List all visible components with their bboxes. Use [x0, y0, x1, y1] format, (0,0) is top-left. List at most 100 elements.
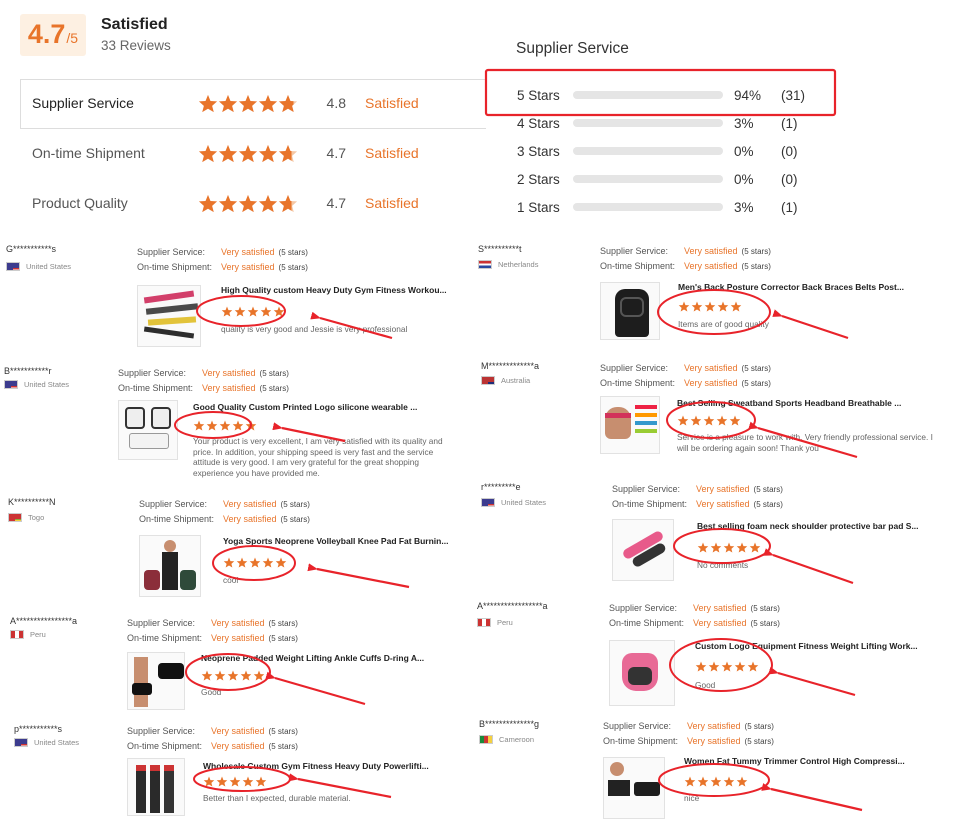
- star-icon: [710, 542, 722, 553]
- product-rating-stars: [695, 661, 760, 672]
- product-image[interactable]: [600, 396, 660, 454]
- supplier-service-stars: (5 stars): [280, 500, 310, 509]
- star-icon: [695, 661, 707, 672]
- star-icon: [273, 306, 285, 317]
- distribution-row[interactable]: 5 Stars 94% (31): [517, 86, 805, 104]
- supplier-service-label: Supplier Service:: [127, 618, 196, 628]
- metric-ontime-shipment[interactable]: On-time Shipment 4.7 Satisfied: [32, 143, 419, 163]
- distribution-bar: [573, 175, 723, 183]
- metric-stars: [198, 94, 298, 113]
- supplier-service-value: Very satisfied: [693, 603, 747, 613]
- product-title-link[interactable]: Best selling foam neck shoulder protecti…: [697, 521, 919, 531]
- distribution-percent: 3%: [734, 199, 754, 215]
- metric-product-quality[interactable]: Product Quality 4.7 Satisfied: [32, 193, 419, 213]
- product-title-link[interactable]: Neoprene Padded Weight Lifting Ankle Cuf…: [201, 653, 424, 663]
- product-title-link[interactable]: Best Selling Sweatband Sports Headband B…: [677, 398, 901, 408]
- ontime-shipment-value: Very satisfied: [202, 383, 256, 393]
- country-flag-icon: [14, 738, 28, 747]
- country-name: Peru: [30, 630, 46, 639]
- distribution-row[interactable]: 3 Stars 0% (0): [517, 142, 798, 160]
- country-name: Togo: [28, 513, 45, 522]
- product-image[interactable]: [603, 757, 665, 819]
- distribution-row[interactable]: 1 Stars 3% (1): [517, 198, 798, 216]
- ontime-shipment-value: Very satisfied: [696, 499, 750, 509]
- reviewer-country: United States: [481, 498, 546, 507]
- review-text: Good: [695, 680, 716, 690]
- product-title-link[interactable]: Women Fat Tummy Trimmer Control High Com…: [684, 756, 905, 766]
- distribution-count: (0): [781, 171, 798, 187]
- product-title-link[interactable]: Wholesale Custom Gym Fitness Heavy Duty …: [203, 761, 429, 771]
- star-icon: [684, 776, 696, 787]
- distribution-row[interactable]: 2 Stars 0% (0): [517, 170, 798, 188]
- ontime-shipment-value: Very satisfied: [687, 736, 741, 746]
- ontime-shipment-label: On-time Shipment:: [612, 499, 688, 509]
- review-text: Service is a pleasure to work with. Very…: [677, 432, 933, 453]
- ontime-shipment-stars: (5 stars): [741, 262, 771, 271]
- star-icon: [238, 94, 258, 112]
- review-text: quality is very good and Jessie is very …: [221, 324, 408, 334]
- country-name: Netherlands: [498, 260, 539, 269]
- review-ratings: Supplier Service: On-time Shipment: Very s…: [137, 245, 308, 275]
- star-icon: [691, 301, 703, 312]
- product-rating-stars: [221, 306, 286, 317]
- star-icon: [716, 415, 728, 426]
- country-flag-icon: [479, 735, 493, 744]
- star-icon: [697, 776, 709, 787]
- product-title-link[interactable]: Good Quality Custom Printed Logo silicon…: [193, 402, 417, 412]
- product-title-link[interactable]: Men's Back Posture Corrector Back Braces…: [678, 282, 904, 292]
- metric-supplier-service[interactable]: Supplier Service 4.8 Satisfied: [32, 93, 419, 113]
- distribution-row[interactable]: 4 Stars 3% (1): [517, 114, 798, 132]
- star-icon: [260, 306, 272, 317]
- reviewer-name: p***********s: [14, 724, 63, 734]
- ontime-shipment-value: Very satisfied: [211, 741, 265, 751]
- product-image[interactable]: [118, 400, 178, 460]
- distribution-label: 1 Stars: [517, 199, 560, 215]
- supplier-service-value: Very satisfied: [684, 246, 738, 256]
- supplier-service-stars: (5 stars): [750, 604, 780, 613]
- distribution-percent: 0%: [734, 143, 754, 159]
- country-name: United States: [24, 380, 70, 389]
- review-ratings: Supplier Service: On-time Shipment: Very s…: [127, 616, 298, 646]
- reviewer-name: A****************a: [10, 616, 78, 626]
- reviewer-country: United States: [14, 738, 79, 747]
- supplier-service-stars: (5 stars): [741, 364, 771, 373]
- product-title-link[interactable]: Custom Logo Equipment Fitness Weight Lif…: [695, 641, 918, 651]
- product-image[interactable]: [612, 519, 674, 581]
- product-image[interactable]: [127, 652, 185, 710]
- star-icon: [275, 557, 287, 568]
- product-title-link[interactable]: High Quality custom Heavy Duty Gym Fitne…: [221, 285, 447, 295]
- star-icon: [234, 306, 246, 317]
- star-icon: [214, 670, 226, 681]
- metric-status: Satisfied: [365, 195, 419, 211]
- star-icon: [223, 557, 235, 568]
- product-image[interactable]: [600, 282, 660, 340]
- product-image[interactable]: [139, 535, 201, 597]
- ontime-shipment-label: On-time Shipment:: [127, 741, 203, 751]
- star-icon: [240, 670, 252, 681]
- ontime-shipment-label: On-time Shipment:: [139, 514, 215, 524]
- product-rating-stars: [678, 301, 743, 312]
- country-name: United States: [26, 262, 72, 271]
- star-icon: [232, 420, 244, 431]
- review-text: cool: [223, 575, 239, 585]
- product-image[interactable]: [127, 758, 185, 816]
- ontime-shipment-stars: (5 stars): [278, 263, 308, 272]
- star-icon: [229, 776, 241, 787]
- supplier-service-stars: (5 stars): [753, 485, 783, 494]
- reviewer-country: Peru: [10, 630, 46, 639]
- supplier-service-stars: (5 stars): [278, 248, 308, 257]
- product-title-link[interactable]: Yoga Sports Neoprene Volleyball Knee Pad…: [223, 536, 448, 546]
- country-flag-icon: [10, 630, 24, 639]
- supplier-service-stars: (5 stars): [259, 369, 289, 378]
- supplier-service-label: Supplier Service:: [612, 484, 681, 494]
- product-image[interactable]: [609, 640, 675, 706]
- supplier-service-label: Supplier Service:: [137, 247, 206, 257]
- distribution-percent: 0%: [734, 171, 754, 187]
- product-image[interactable]: [137, 285, 201, 347]
- ontime-shipment-value: Very satisfied: [684, 378, 738, 388]
- supplier-service-value: Very satisfied: [696, 484, 750, 494]
- review-ratings: Supplier Service: On-time Shipment: Very s…: [609, 601, 780, 631]
- review-text: Items are of good quality: [678, 319, 769, 329]
- supplier-service-label: Supplier Service:: [127, 726, 196, 736]
- reviews-count[interactable]: 33 Reviews: [101, 38, 171, 53]
